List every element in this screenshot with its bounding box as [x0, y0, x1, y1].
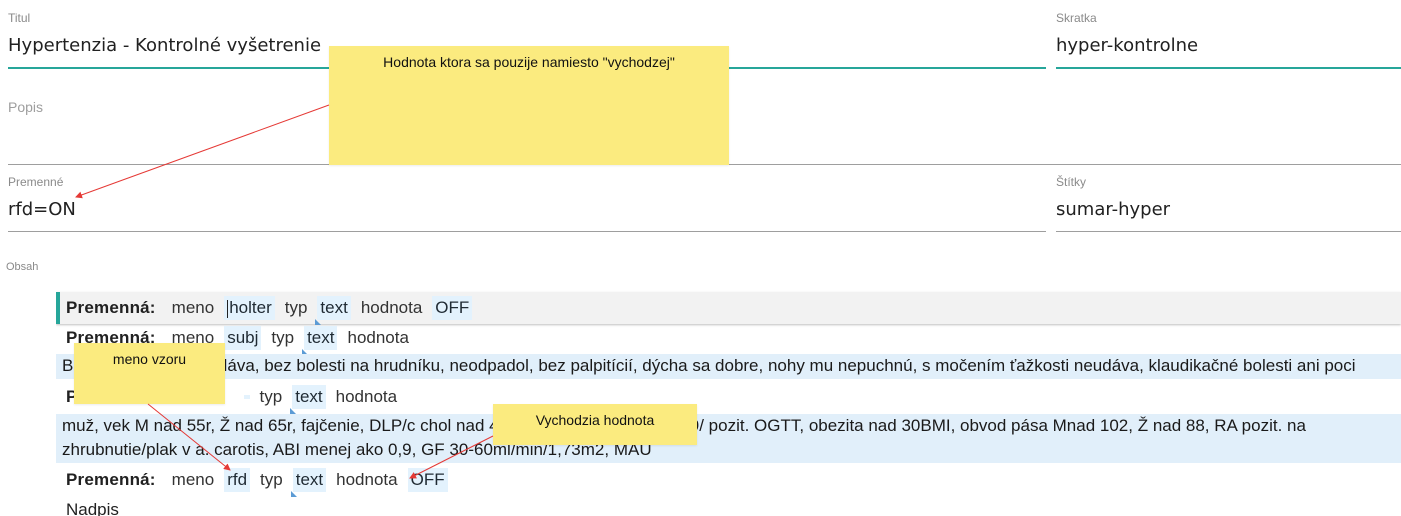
meno-label: meno: [171, 470, 215, 489]
sticky-note-override-value[interactable]: Hodnota ktora sa pouzije namiesto "vycho…: [329, 46, 729, 165]
typ-label: typ: [260, 470, 283, 489]
titul-label: Titul: [8, 11, 31, 25]
premenne-label: Premenné: [8, 175, 64, 189]
sticky-note-text: Hodnota ktora sa pouzije namiesto "vycho…: [383, 54, 675, 70]
variable-row-subj[interactable]: Premenná: meno subj typ text hodnota: [56, 322, 1401, 354]
meno-label: meno: [171, 298, 215, 317]
obsah-label: Obsah: [6, 261, 39, 273]
skratka-underline: [1056, 67, 1401, 69]
sticky-note-default-value[interactable]: Vychodzia hodnota: [493, 404, 697, 445]
stitky-label: Štítky: [1056, 175, 1087, 189]
hodnota-label: hodnota: [360, 298, 423, 317]
text-block-rf-line2[interactable]: zhrubnutie/plak v a. carotis, ABI menej …: [56, 438, 1401, 463]
meno-text: holter: [229, 298, 272, 317]
meno-value-rfd[interactable]: rfd: [224, 468, 251, 492]
variable-keyword: Premenná:: [66, 470, 156, 489]
text-block-subj[interactable]: Bo oruchy zraku neudáva, bez bolesti na …: [56, 354, 1401, 379]
variable-row-3[interactable]: P typ text hodnota: [56, 381, 1401, 413]
sticky-note-text: meno vzoru: [112, 351, 187, 367]
meno-value-subj[interactable]: subj: [224, 326, 262, 350]
hodnota-label: hodnota: [335, 387, 398, 406]
hodnota-value-rfd[interactable]: OFF: [407, 468, 448, 492]
variable-row-holter[interactable]: Premenná: meno holter typ text hodnota O…: [56, 292, 1401, 324]
typ-label: typ: [284, 298, 308, 317]
variable-row-rfd[interactable]: Premenná: meno rfd typ text hodnota OFF: [56, 464, 1401, 496]
typ-label: typ: [271, 328, 295, 347]
typ-value-holter[interactable]: text: [317, 296, 351, 320]
heading-text: Nadpis: [66, 500, 119, 516]
hodnota-label: hodnota: [347, 328, 409, 347]
variable-keyword: Premenná:: [66, 298, 156, 317]
premenne-underline: [8, 231, 1046, 232]
stitky-input[interactable]: sumar-hyper: [1056, 199, 1170, 220]
premenne-input[interactable]: rfd=ON: [8, 199, 76, 220]
typ-value-subj[interactable]: text: [304, 326, 338, 350]
typ-value-row3[interactable]: text: [292, 385, 326, 409]
sticky-note-text: Vychodzia hodnota: [535, 412, 655, 428]
popis-label: Popis: [8, 99, 44, 115]
content-editor[interactable]: Premenná: meno holter typ text hodnota O…: [56, 290, 1401, 516]
heading-block[interactable]: Nadpis: [56, 494, 1401, 516]
titul-input[interactable]: Hypertenzia - Kontrolné vyšetrenie: [8, 35, 321, 56]
meno-value-holter[interactable]: holter: [224, 296, 275, 320]
hodnota-label: hodnota: [336, 470, 398, 489]
stitky-underline: [1056, 231, 1401, 232]
skratka-label: Skratka: [1056, 11, 1097, 25]
meno-value-row3[interactable]: [243, 395, 250, 399]
hodnota-value-holter[interactable]: OFF: [432, 296, 473, 320]
typ-label: typ: [259, 387, 283, 406]
text-block-rf-line1[interactable]: muž, vek M nad 55r, Ž nad 65r, fajčenie,…: [56, 414, 1401, 438]
typ-value-rfd[interactable]: text: [292, 468, 327, 492]
skratka-input[interactable]: hyper-kontrolne: [1056, 35, 1198, 56]
sticky-note-pattern-name[interactable]: meno vzoru: [74, 343, 225, 404]
